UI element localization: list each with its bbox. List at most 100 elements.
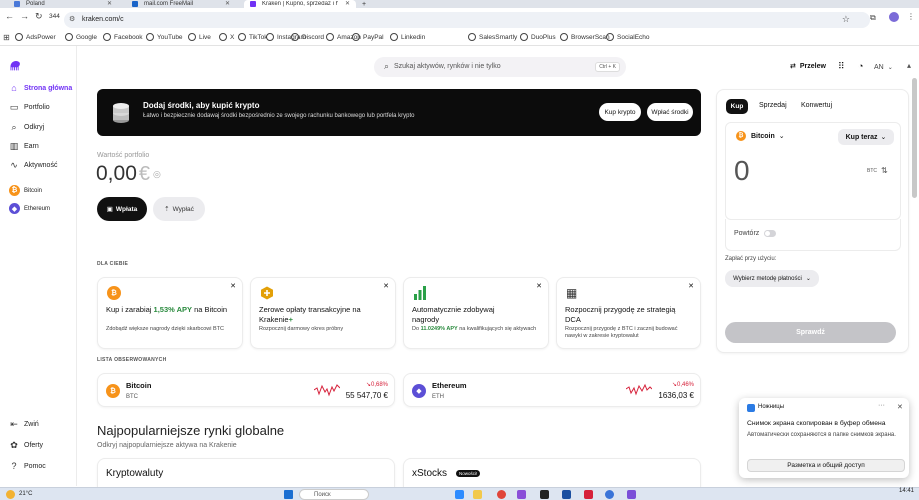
grid-icon[interactable]: ⠿ [838,61,845,72]
tab-buy[interactable]: Kup [726,99,748,114]
transfer-button[interactable]: ⇄ Przelew [790,62,826,71]
promo-card-auto-rewards[interactable]: ✕ Automatycznie zdobywaj nagrody Do 11.0… [403,277,549,349]
repeat-toggle[interactable] [764,230,776,237]
folder-icon[interactable] [473,490,482,499]
bookmark-duoplus[interactable]: DuoPlus [520,33,556,41]
promo-card-btc-earn[interactable]: ₿ ✕ Kup i zarabiaj 1,53% APY na Bitcoin … [97,277,243,349]
sidebar-bottom-0[interactable]: ⇤ Zwiń [9,419,39,429]
bookmark-globe-icon [606,33,614,41]
star-icon[interactable]: ☆ [842,14,850,25]
taskbar-search[interactable]: Поиск [299,489,369,500]
tab-kraken[interactable]: Kraken | Kupno, sprzedaż i handel ✕ [244,0,356,8]
tab-convert[interactable]: Konwertuj [801,102,832,109]
markup-share-button[interactable]: Разметка и общий доступ [747,459,905,472]
app-icon[interactable] [605,490,614,499]
app-icon[interactable] [455,490,464,499]
avatar[interactable]: AN ⌄ [874,60,898,74]
bookmark-google[interactable]: Google [65,33,97,41]
close-icon[interactable]: ✕ [230,282,236,290]
sidebar-bottom-2[interactable]: ? Pomoc [9,461,45,471]
check-button[interactable]: Sprawdź [725,322,896,343]
close-icon[interactable]: ✕ [536,282,542,290]
tab-poland[interactable]: Poland ✕ [8,0,118,8]
search-input[interactable]: ⌕ Szukaj aktywów, rynków i nie tylko Ctr… [374,57,626,77]
reload-icon[interactable]: ↻ [35,11,43,22]
close-icon[interactable]: ✕ [688,282,694,290]
deposit-funds-button[interactable]: Wpłać środki [647,103,693,121]
scrollbar-thumb[interactable] [912,78,917,198]
sidebar-coin-bitcoin[interactable]: ₿ Bitcoin [9,185,42,196]
order-type-selector[interactable]: Kup teraz ⌄ [838,129,894,145]
bookmark-x[interactable]: X [219,33,234,41]
promo-title: Rozpocznij przygodę ze strategią DCA [565,305,676,324]
bookmark-socialecho[interactable]: SocialEcho [606,33,650,41]
bookmark-paypal[interactable]: PayPal [352,33,384,41]
app-icon[interactable] [584,490,593,499]
site-info-icon[interactable]: ⚙ [69,15,75,23]
forward-icon[interactable]: → [20,11,29,21]
bookmark-adspower[interactable]: AdsPower [15,33,56,41]
deposit-icon: ▣ [106,206,113,213]
sidebar-item-4[interactable]: ∿ Aktywność [9,160,57,170]
chrome-icon[interactable] [497,490,506,499]
asset-selector[interactable]: ₿ Bitcoin ⌄ [736,131,785,141]
close-icon[interactable]: ✕ [345,0,350,7]
bookmark-globe-icon [146,33,154,41]
kraken-logo[interactable] [9,60,23,72]
sidebar-bottom-1[interactable]: ✿ Oferty [9,440,43,450]
sidebar-item-2[interactable]: ⌕ Odkryj [9,122,44,132]
weather-icon [6,490,15,499]
close-icon[interactable]: ✕ [383,282,389,290]
sidebar-coin-ethereum[interactable]: ◆ Ethereum [9,203,50,214]
scroll-up-icon[interactable]: ▴ [907,61,911,70]
bookmark-linkedin[interactable]: Linkedin [390,33,425,41]
app-icon[interactable] [540,490,549,499]
banner-title: Dodaj środki, aby kupić krypto [143,101,260,110]
payment-method-selector[interactable]: Wybierz metodę płatności ⌄ [725,270,819,287]
markets-crypto-panel[interactable]: Kryptowaluty [97,458,395,487]
bookmark-youtube[interactable]: YouTube [146,33,183,41]
bitcoin-icon: ₿ [9,185,20,196]
tab-mail[interactable]: mail.com FreeMail ✕ [126,0,236,8]
profile-icon[interactable] [889,12,899,22]
close-icon[interactable]: ✕ [225,0,230,7]
promo-card-zero-fees[interactable]: ✕ Zerowe opłaty transakcyjne na Krakenie… [250,277,396,349]
sidebar-item-3[interactable]: ▥ Earn [9,141,39,151]
apps-icon[interactable]: ⊞ [3,33,10,42]
amount-input[interactable]: 0 [734,155,750,187]
hide-balance-icon[interactable]: ◎ [153,169,161,180]
bookmark-discord[interactable]: Discord [291,33,324,41]
omnibox[interactable]: ⚙ kraken.com/c ☆ [64,12,870,28]
app-icon[interactable] [517,490,526,499]
sidebar-item-1[interactable]: ▭ Portfolio [9,102,50,112]
bookmark-tiktok[interactable]: TikTok [238,33,268,41]
withdraw-button[interactable]: ⇡ Wypłać [153,197,205,221]
menu-icon[interactable]: ⋮ [907,12,915,21]
back-icon[interactable]: ← [5,11,14,21]
tab-sell[interactable]: Sprzedaj [759,102,787,109]
bookmark-globe-icon [65,33,73,41]
markets-xstocks-panel[interactable]: xStocks Nowości! [403,458,701,487]
start-icon[interactable] [284,490,293,499]
watchlist-item-ethereum[interactable]: ◆ Ethereum ETH ↘0,46% 1636,03 € [403,373,701,407]
repeat-label: Powtórz [734,230,760,237]
swap-icon[interactable]: ⇅ [881,166,888,175]
buy-crypto-button[interactable]: Kup krypto [599,103,641,121]
extensions-icon[interactable]: ⧉ [870,13,876,23]
bookmark-live[interactable]: Live [188,33,211,41]
close-icon[interactable]: ✕ [897,403,903,411]
deposit-button[interactable]: ▣ Wpłata [97,197,147,221]
bookmark-facebook[interactable]: Facebook [103,33,143,41]
new-tab-button[interactable]: + [360,0,366,8]
bell-icon[interactable]: ◔ [858,61,863,71]
ethereum-icon: ◆ [9,203,20,214]
bookmark-browserscan[interactable]: BrowserScan [560,33,610,41]
sidebar-item-0[interactable]: ⌂ Strona główna [9,83,72,93]
app-icon[interactable] [562,490,571,499]
bookmark-salessmartly[interactable]: SalesSmartly [468,33,517,41]
close-icon[interactable]: ✕ [107,0,112,7]
watchlist-item-bitcoin[interactable]: ₿ Bitcoin BTC ↘0,68% 55 547,70 € [97,373,395,407]
app-icon[interactable] [627,490,636,499]
promo-card-dca[interactable]: ▦ ✕ Rozpocznij przygodę ze strategią DCA… [556,277,701,349]
more-icon[interactable]: ··· [878,402,885,409]
